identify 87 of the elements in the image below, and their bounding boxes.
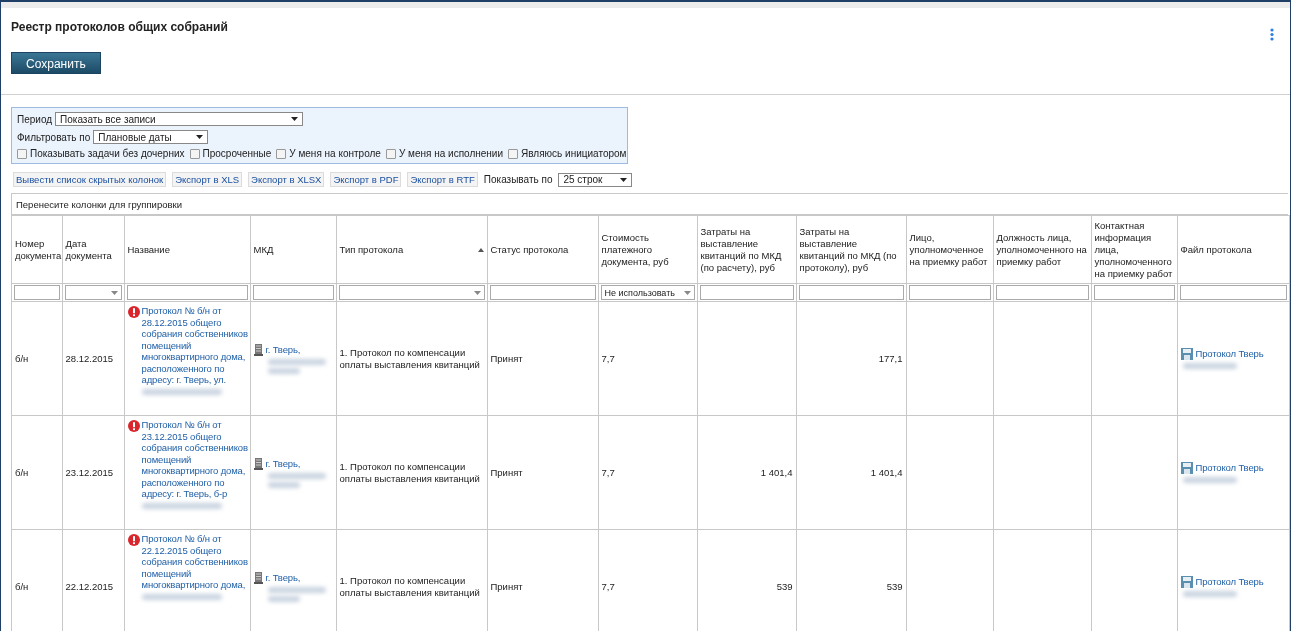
page-title: Реестр протоколов общих собраний: [11, 20, 228, 34]
blurred-text: [267, 595, 300, 602]
period-label: Период: [17, 113, 53, 125]
table-cell: 28.12.2015: [65, 352, 114, 364]
address-link[interactable]: г. Тверь,: [265, 457, 301, 469]
toolbar-button[interactable]: Вывести список скрытых колонок: [13, 172, 167, 187]
table-cell: б/н: [15, 352, 29, 364]
checkbox-label: Просроченные: [202, 148, 272, 159]
filter-input[interactable]: [252, 285, 334, 300]
filter-input[interactable]: [798, 285, 904, 300]
blurred-text: [267, 586, 326, 593]
period-dropdown[interactable]: Показать все записи: [55, 112, 304, 126]
grouping-hint: Перенесите колонки для группировки: [16, 199, 182, 210]
table-cell: 1. Протокол по компенсации оплаты выставления квитанций: [339, 346, 480, 370]
column-header[interactable]: Тип протокола: [339, 243, 404, 256]
filter-dropdown[interactable]: [338, 285, 485, 300]
filter-input[interactable]: [1179, 285, 1287, 300]
filter-dropdown[interactable]: [64, 285, 122, 300]
file-link[interactable]: Протокол Тверь: [1195, 348, 1264, 360]
filter-dropdown[interactable]: Не использовать: [600, 285, 695, 300]
table-cell: 7,7: [601, 466, 615, 478]
blurred-text: [267, 472, 326, 479]
dropdown-caret-icon: [291, 117, 299, 121]
table-cell: 177,1: [878, 352, 903, 364]
table-cell: 539: [776, 580, 793, 592]
checkbox[interactable]: [276, 148, 287, 159]
dropdown-caret-icon: [473, 290, 481, 295]
filter-by-label: Фильтровать по: [17, 131, 91, 143]
file-link[interactable]: Протокол Тверь: [1195, 576, 1264, 588]
table-cell: б/н: [15, 466, 29, 478]
address-link[interactable]: г. Тверь,: [265, 571, 301, 583]
filter-input[interactable]: [1093, 285, 1175, 300]
table-cell: Принят: [490, 352, 523, 364]
dropdown-caret-icon: [620, 177, 628, 182]
checkbox-label: Показывать задачи без дочерних: [30, 148, 185, 159]
building-icon: [253, 457, 263, 470]
table-cell: Принят: [490, 466, 523, 478]
table-cell: 1 401,4: [760, 466, 793, 478]
table-cell: 1 401,4: [870, 466, 903, 478]
blurred-text: [267, 358, 326, 365]
filter-input[interactable]: [489, 285, 596, 300]
page-size-label: Показывать по: [483, 174, 553, 185]
dropdown-caret-icon: [196, 135, 204, 139]
column-header[interactable]: Файл протокола: [1180, 243, 1286, 256]
table-cell: 22.12.2015: [65, 580, 114, 592]
building-icon: [253, 343, 263, 356]
column-header[interactable]: Название: [127, 243, 247, 256]
toolbar-button[interactable]: Экспорт в RTF: [407, 172, 478, 187]
checkbox[interactable]: [385, 148, 396, 159]
column-header[interactable]: МКД: [253, 243, 333, 256]
dropdown-caret-icon: [110, 290, 118, 295]
blurred-text: [267, 367, 300, 374]
table-cell: 23.12.2015: [65, 466, 114, 478]
table-cell: 7,7: [601, 580, 615, 592]
table-cell: 1. Протокол по компенсации оплаты выставления квитанций: [339, 460, 480, 484]
filter-input[interactable]: [699, 285, 794, 300]
building-icon: [253, 571, 263, 584]
blurred-text: [1182, 591, 1237, 597]
table-cell: 539: [886, 580, 903, 592]
checkbox[interactable]: [189, 148, 200, 159]
toolbar-button[interactable]: Экспорт в PDF: [330, 172, 402, 187]
filter-input[interactable]: [126, 285, 248, 300]
save-button[interactable]: Сохранить: [11, 52, 101, 74]
column-header[interactable]: Статус протокола: [490, 243, 595, 256]
filter-input[interactable]: [14, 285, 60, 300]
toolbar-button[interactable]: Экспорт в XLSX: [248, 172, 325, 187]
toolbar-button[interactable]: Экспорт в XLS: [172, 172, 243, 187]
file-link[interactable]: Протокол Тверь: [1195, 462, 1264, 474]
blurred-text: [1182, 477, 1237, 483]
table-cell: б/н: [15, 580, 29, 592]
menu-icon[interactable]: [1270, 28, 1274, 41]
checkbox[interactable]: [17, 148, 27, 159]
checkbox[interactable]: [508, 148, 518, 159]
page-size-dropdown[interactable]: 25 строк: [558, 172, 633, 187]
table-cell: 7,7: [601, 352, 615, 364]
checkbox-label: У меня на контроле: [289, 148, 381, 159]
filter-by-dropdown[interactable]: Плановые даты: [93, 130, 209, 144]
checkbox-label: Являюсь инициатором: [521, 148, 627, 159]
dropdown-caret-icon: [683, 290, 691, 295]
blurred-text: [267, 481, 300, 488]
filter-input[interactable]: [908, 285, 991, 300]
address-link[interactable]: г. Тверь,: [265, 343, 301, 355]
filter-input[interactable]: [995, 285, 1089, 300]
table-cell: 1. Протокол по компенсации оплаты выставления квитанций: [339, 574, 480, 598]
blurred-text: [1182, 363, 1237, 369]
table-cell: Принят: [490, 580, 523, 592]
checkbox-label: У меня на исполнении: [398, 148, 503, 159]
